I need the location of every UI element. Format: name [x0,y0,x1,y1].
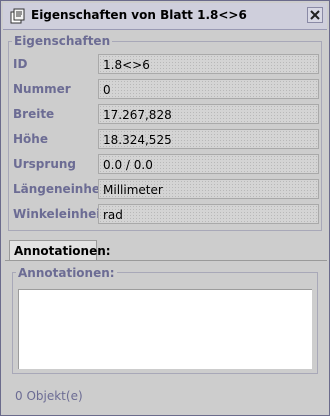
id-field[interactable]: 1.8<>6 [98,54,319,74]
width-label: Breite [13,107,55,121]
length-unit-field[interactable]: Millimeter [98,179,319,199]
window-title: Eigenschaften von Blatt 1.8<>6 [31,8,247,22]
annotations-group-title: Annotationen: [16,266,117,280]
origin-label: Ursprung [13,157,76,171]
close-icon[interactable] [307,7,323,23]
id-label: ID [13,57,28,71]
title-bar[interactable]: Eigenschaften von Blatt 1.8<>6 [3,3,327,30]
properties-icon [9,8,25,24]
number-field[interactable]: 0 [98,79,319,99]
properties-window: Eigenschaften von Blatt 1.8<>6 Eigenscha… [0,0,330,416]
number-label: Nummer [13,82,71,96]
origin-field[interactable]: 0.0 / 0.0 [98,154,319,174]
width-field[interactable]: 17.267,828 [98,104,319,124]
angle-unit-label: Winkeleinheit [13,207,107,221]
annotations-list[interactable] [18,289,312,369]
angle-unit-field[interactable]: rad [98,204,319,224]
length-unit-label: Längeneinheit [13,182,110,196]
height-field[interactable]: 18.324,525 [98,129,319,149]
height-label: Höhe [13,132,48,146]
object-count: 0 Objekt(e) [15,389,83,403]
properties-group-title: Eigenschaften [12,34,113,48]
tab-annotations[interactable]: Annotationen: [9,240,111,261]
